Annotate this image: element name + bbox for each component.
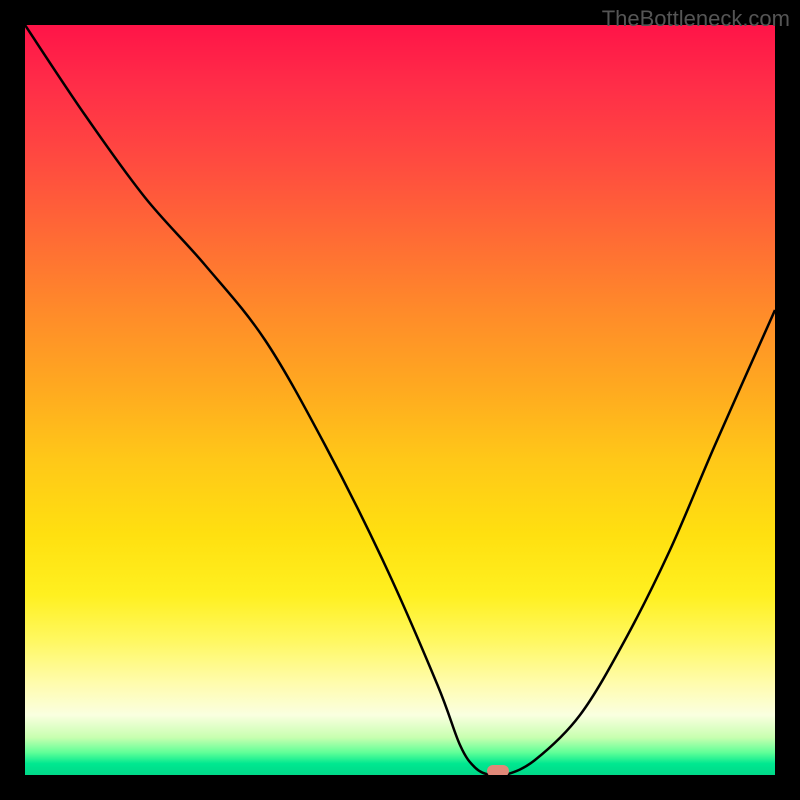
optimal-marker <box>487 765 509 775</box>
bottleneck-curve-path <box>25 25 775 775</box>
chart-curve-svg <box>25 25 775 775</box>
chart-plot-area <box>25 25 775 775</box>
watermark-text: TheBottleneck.com <box>602 6 790 32</box>
